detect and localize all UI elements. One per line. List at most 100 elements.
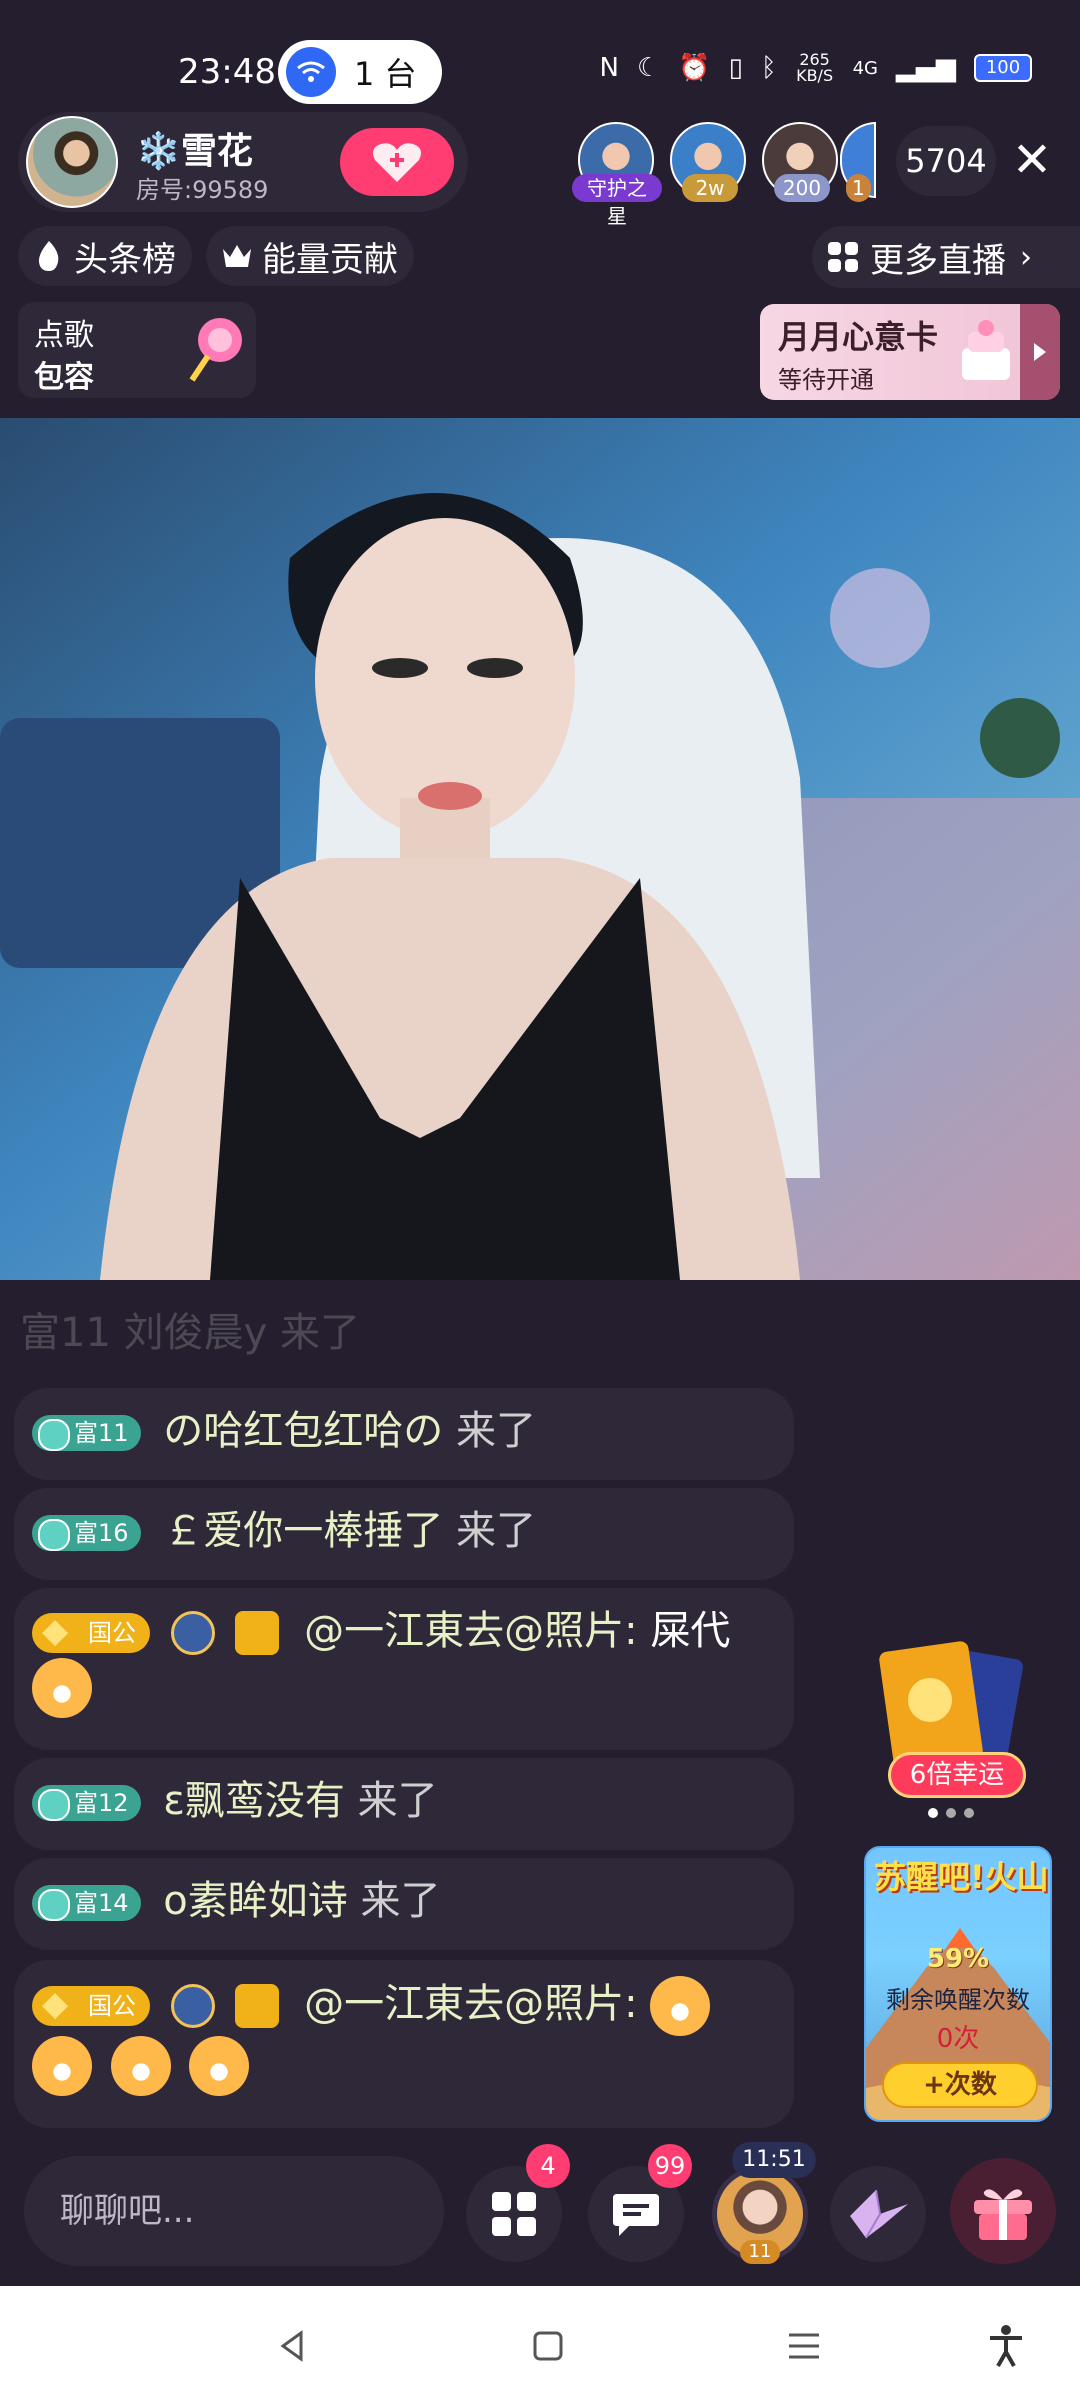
chat-username[interactable]: @一江東去@照片: <box>304 1981 637 2027</box>
volcano-event-title: 苏醒吧!火山 <box>874 1858 1049 1896</box>
apps-grid-icon <box>492 2192 536 2236</box>
wealth-level-badge: 富11 <box>32 1415 141 1451</box>
volcano-progress: 59% <box>926 1944 990 1974</box>
grid-icon <box>828 242 858 272</box>
chat-username[interactable]: ο素眸如诗 <box>163 1878 347 1924</box>
chat-username[interactable]: の哈红包红哈の <box>163 1408 443 1454</box>
chat-bubble-icon <box>613 2194 659 2236</box>
paper-crane-icon <box>850 2189 908 2239</box>
chat-message[interactable]: 富11 の哈红包红哈の 来了 <box>14 1388 794 1480</box>
chat-username[interactable]: ￡爱你一棒捶了 <box>163 1508 443 1554</box>
more-live-label: 更多直播 <box>870 240 1006 281</box>
compass-badge-icon <box>170 1984 215 2028</box>
play-arrow-icon <box>1020 304 1060 400</box>
status-icons: N ☾ ⏰ ▯ ᛒ 265 KB/S 4G ▂▄▆ 100 <box>600 52 1032 84</box>
heart-plus-icon <box>373 143 421 182</box>
crown-icon <box>220 239 254 273</box>
flame-icon <box>32 239 66 273</box>
chat-username[interactable]: ɛ飘鸾没有 <box>163 1778 345 1824</box>
gift-cake-icon <box>962 320 1010 380</box>
volcano-event-card[interactable]: 苏醒吧!火山 59% 剩余唤醒次数 0次 +次数 <box>864 1846 1052 2122</box>
recents-icon[interactable] <box>774 2316 834 2376</box>
cast-pill[interactable]: 1 台 <box>278 40 442 104</box>
guardian-badge: 守护之星 <box>572 174 662 228</box>
profile-badge-icon <box>235 1984 280 2028</box>
grin-emoji-icon <box>650 1976 711 2036</box>
lollipop-icon <box>189 318 242 382</box>
wealth-level-badge: 富16 <box>32 1515 141 1551</box>
battery-icon: 100 <box>974 54 1032 82</box>
gift-icon <box>974 2189 1032 2240</box>
guild-badge: 国公 <box>32 1611 150 1653</box>
volcano-remaining-count: 0次 <box>936 2024 980 2054</box>
chat-message[interactable]: 国公 @一江東去@照片: 屎代 <box>14 1588 794 1750</box>
chat-input[interactable]: 聊聊吧... <box>24 2156 444 2266</box>
home-icon[interactable] <box>518 2316 578 2376</box>
live-video[interactable] <box>0 418 1080 1280</box>
volcano-remaining-label: 剩余唤醒次数 <box>886 1986 1030 2014</box>
status-time: 23:48 <box>178 52 276 92</box>
chat-message[interactable]: 富16 ￡爱你一棒捶了 来了 <box>14 1488 794 1580</box>
carousel-dots <box>928 1808 974 1818</box>
viewer-score-badge: 1 <box>846 174 871 202</box>
back-icon[interactable] <box>262 2316 322 2376</box>
smirk-emoji-icon <box>32 1658 92 1718</box>
chat-action: 来了 <box>357 1778 438 1824</box>
chat-message[interactable]: 富14 ο素眸如诗 来了 <box>14 1858 794 1950</box>
avatar-level-badge: 11 <box>740 2240 780 2264</box>
accessibility-icon[interactable] <box>976 2316 1036 2376</box>
viewer-score-badge: 2w <box>682 174 738 202</box>
viewer-avatar[interactable]: 守护之星 <box>572 122 662 228</box>
nfc-icon: N <box>599 53 619 83</box>
profile-badge-icon <box>235 1611 280 1655</box>
add-attempts-button[interactable]: +次数 <box>882 2062 1038 2108</box>
cast-pill-label: 1 台 <box>354 55 417 93</box>
close-icon[interactable]: ✕ <box>1008 134 1056 186</box>
net-type: 4G <box>852 57 878 79</box>
bluetooth-icon: ᛒ <box>760 53 777 83</box>
viewer-avatar[interactable]: 1 <box>840 122 876 202</box>
vibrate-icon: ▯ <box>728 53 743 83</box>
host-card[interactable]: ❄️雪花 房号:99589 <box>18 112 468 212</box>
user-avatar-button[interactable]: 11:51 11 <box>712 2142 816 2264</box>
chevron-right-icon: › <box>1020 239 1032 275</box>
net-speed: 265 KB/S <box>796 50 834 85</box>
chat-faded-line: 富11 刘俊晨y 来了 <box>20 1310 360 1356</box>
moon-icon: ☾ <box>636 53 661 83</box>
monthly-card-banner[interactable]: 月月心意卡 等待开通 <box>760 304 1060 400</box>
chat-text: 屎代 <box>650 1608 731 1654</box>
song-request-subtitle: 包容 <box>34 360 94 395</box>
chat-message[interactable]: 国公 @一江東去@照片: <box>14 1960 794 2128</box>
gift-button[interactable] <box>950 2158 1056 2264</box>
status-bar: 23:48 1 台 N ☾ ⏰ ▯ ᛒ 265 KB/S 4G ▂▄▆ 100 <box>0 0 1080 110</box>
follow-button[interactable] <box>340 128 454 196</box>
headline-rank-label: 头条榜 <box>74 239 176 280</box>
chat-action: 来了 <box>455 1408 536 1454</box>
viewer-avatar[interactable]: 200 <box>762 122 838 202</box>
system-nav-bar <box>0 2286 1080 2400</box>
lucky-gift-widget[interactable]: 6倍幸运 <box>868 1640 1048 1820</box>
viewer-score-badge: 200 <box>774 174 830 202</box>
song-request-title: 点歌 <box>34 318 94 353</box>
viewer-count[interactable]: 5704 <box>896 126 996 196</box>
song-request-card[interactable]: 点歌 包容 <box>18 302 256 398</box>
alarm-icon: ⏰ <box>678 53 711 83</box>
wifi-icon <box>286 47 336 97</box>
signal-icon: ▂▄▆ <box>896 53 956 83</box>
viewer-avatar[interactable]: 2w <box>670 122 746 202</box>
chat-message[interactable]: 富12 ɛ飘鸾没有 来了 <box>14 1758 794 1850</box>
messages-button[interactable]: 99 <box>588 2144 692 2262</box>
streamer-video-frame <box>0 418 1080 1280</box>
chat-username[interactable]: @一江東去@照片: <box>304 1608 637 1654</box>
host-avatar[interactable] <box>26 116 118 208</box>
more-live-button[interactable]: 更多直播 › <box>812 226 1080 288</box>
energy-rank-button[interactable]: 能量贡献 <box>206 226 414 286</box>
paper-crane-button[interactable] <box>830 2166 926 2262</box>
apps-button[interactable]: 4 <box>466 2144 570 2262</box>
wealth-level-badge: 富14 <box>32 1885 141 1921</box>
energy-rank-label: 能量贡献 <box>262 239 398 280</box>
headline-rank-button[interactable]: 头条榜 <box>18 226 192 286</box>
chat-action: 来了 <box>455 1508 536 1554</box>
live-room-screen: 23:48 1 台 N ☾ ⏰ ▯ ᛒ 265 KB/S 4G ▂▄▆ 100 … <box>0 0 1080 2400</box>
messages-badge: 99 <box>648 2144 692 2188</box>
